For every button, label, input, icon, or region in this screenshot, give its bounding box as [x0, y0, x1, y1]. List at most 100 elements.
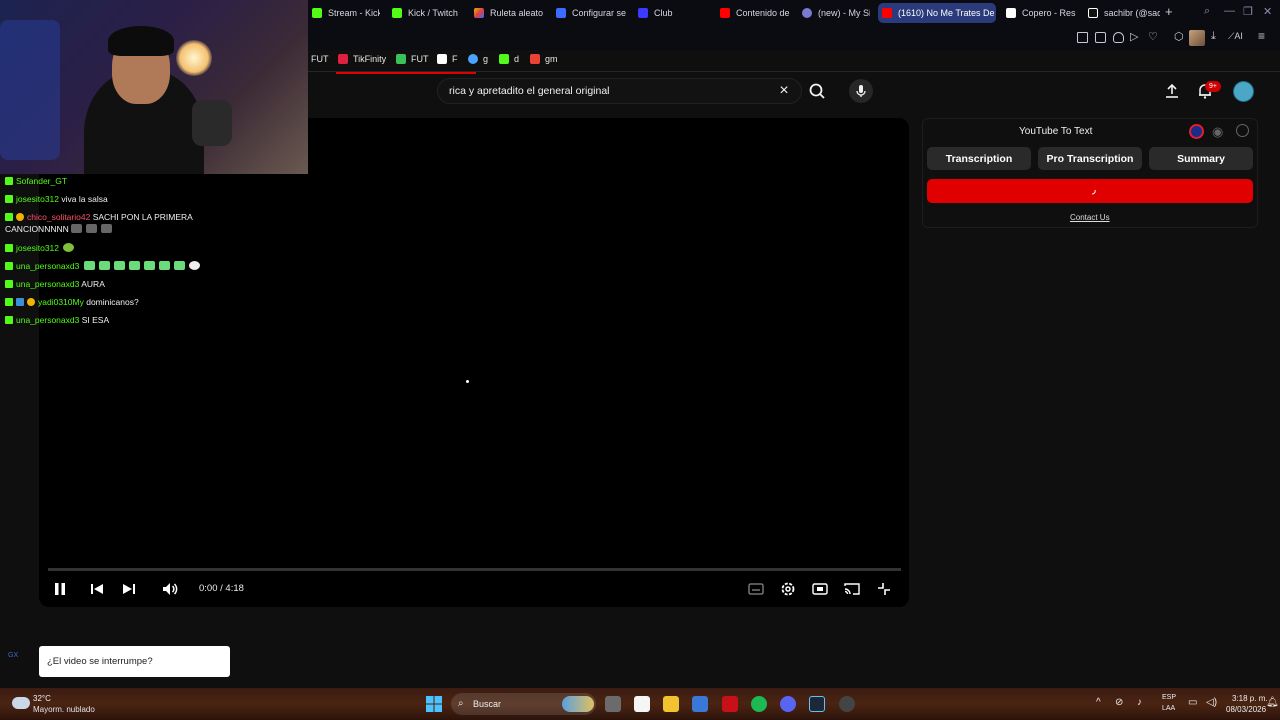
opera-gx-icon[interactable]	[722, 696, 738, 712]
progress-bar[interactable]	[48, 568, 901, 571]
tray-chevron-icon[interactable]: ^	[1096, 697, 1101, 708]
task-view-icon[interactable]	[605, 696, 621, 712]
bookmark-label: FUT	[411, 54, 429, 64]
pause-button[interactable]	[52, 580, 68, 598]
heart-icon[interactable]: ♡	[1148, 30, 1158, 43]
settings-button[interactable]	[779, 580, 797, 598]
steam-icon[interactable]	[809, 696, 825, 712]
speaker-icon[interactable]: ◁)	[1206, 697, 1217, 708]
transcription-progress-button[interactable]	[927, 179, 1253, 203]
weather-temperature[interactable]: 32°C	[33, 694, 51, 703]
screenshot-icon[interactable]	[1095, 32, 1106, 43]
browser-tab[interactable]: (new) - My Si	[798, 3, 870, 23]
document-icon[interactable]	[634, 696, 650, 712]
search-input[interactable]: rica y apretadito el general original	[437, 78, 802, 104]
voice-search-button[interactable]	[849, 79, 873, 103]
browser-tab[interactable]: Contenido de	[716, 3, 792, 23]
chat-text: AURA	[81, 279, 105, 289]
browser-tab[interactable]: Ruleta aleato	[470, 3, 546, 23]
browser-tab[interactable]: sachibr (@sac	[1084, 3, 1160, 23]
browser-tab[interactable]: Configurar se	[552, 3, 628, 23]
upload-icon	[1166, 83, 1178, 98]
kick-badge-icon	[5, 280, 13, 288]
theater-mode-button[interactable]	[811, 580, 829, 598]
spotify-icon[interactable]	[751, 696, 767, 712]
tab-summary[interactable]: Summary	[1149, 147, 1253, 170]
chat-text: dominicanos?	[86, 297, 139, 307]
discord-icon[interactable]	[780, 696, 796, 712]
new-tab-button[interactable]: +	[1165, 4, 1173, 19]
display-icon[interactable]: ▭	[1188, 697, 1197, 708]
bookmark-item[interactable]: d	[499, 54, 519, 64]
close-icon[interactable]: ✕	[1263, 5, 1272, 18]
microphone-tray-icon[interactable]: ♪	[1137, 697, 1142, 708]
browser-tab-active[interactable]: (1610) No Me Trates De	[878, 3, 996, 23]
browser-tab[interactable]: Stream - Kick	[308, 3, 380, 23]
bookmark-item[interactable]: FUT	[311, 54, 329, 64]
minimize-icon[interactable]: —	[1224, 5, 1235, 17]
uk-flag-icon[interactable]	[1189, 124, 1204, 139]
shield-icon[interactable]	[1113, 32, 1124, 43]
menu-icon[interactable]: ≡	[1258, 29, 1265, 43]
clock-date[interactable]: 08/03/2026	[1226, 705, 1266, 714]
chat-message: josesito312 viva la salsa	[5, 194, 108, 204]
profile-thumbnail[interactable]	[1189, 30, 1205, 46]
moderator-badge-icon	[16, 213, 24, 221]
clear-search-icon[interactable]: ×	[776, 81, 792, 101]
avatar[interactable]	[1233, 81, 1254, 102]
language-indicator[interactable]: ESP	[1162, 694, 1176, 701]
start-button[interactable]	[426, 696, 442, 712]
microphone-icon	[856, 85, 866, 97]
bookmark-item[interactable]: gm	[530, 54, 558, 64]
extensions-icon[interactable]: ⬡	[1174, 30, 1184, 43]
obs-icon[interactable]	[839, 696, 855, 712]
cast-button[interactable]	[843, 580, 861, 598]
previous-button[interactable]	[89, 580, 105, 598]
doc-icon	[437, 54, 447, 64]
download-icon[interactable]: ⤓	[1211, 30, 1216, 43]
bookmark-item[interactable]: F	[437, 54, 458, 64]
cast-icon	[844, 583, 860, 595]
tab-label: sachibr (@sac	[1104, 8, 1160, 18]
tab-label: Kick / Twitch	[408, 8, 458, 18]
file-explorer-icon[interactable]	[663, 696, 679, 712]
tab-label: Copero - Res	[1022, 8, 1076, 18]
subscriber-badge-icon	[16, 298, 24, 306]
weather-cloud-icon[interactable]	[12, 697, 30, 709]
language-layout[interactable]: LAA	[1162, 705, 1175, 712]
next-button[interactable]	[121, 580, 137, 598]
ghost-emote-icon	[188, 261, 200, 270]
notification-center-icon[interactable]: 🔔︎	[1266, 697, 1279, 708]
fullscreen-button[interactable]	[875, 580, 893, 598]
browser-tab[interactable]: Club	[634, 3, 694, 23]
wifi-off-icon[interactable]: ⊘	[1115, 697, 1123, 708]
video-interrupted-prompt[interactable]: ¿El video se interrumpe?	[39, 646, 230, 677]
eye-icon[interactable]: ◉	[1212, 124, 1223, 140]
play-icon[interactable]: ▷	[1130, 30, 1138, 43]
search-button[interactable]	[804, 79, 830, 103]
volume-button[interactable]	[161, 580, 179, 598]
ai-button[interactable]: ⟋AI	[1228, 31, 1243, 42]
store-icon[interactable]	[692, 696, 708, 712]
pin-icon[interactable]	[1077, 32, 1088, 43]
bookmark-item[interactable]: TikFinity	[338, 54, 386, 64]
youtube-icon	[882, 8, 892, 18]
club-icon	[638, 8, 648, 18]
tab-pro-transcription[interactable]: Pro Transcription	[1038, 147, 1142, 170]
weather-description[interactable]: Mayorm. nublado	[33, 705, 95, 714]
tab-transcription[interactable]: Transcription	[927, 147, 1031, 170]
bookmark-item[interactable]: FUT	[396, 54, 429, 64]
loading-spinner	[466, 380, 469, 383]
contact-us-link[interactable]: Contact Us	[1070, 213, 1110, 222]
clock-time[interactable]: 3:18 p. m.	[1232, 694, 1268, 703]
chat-text: viva la salsa	[61, 194, 108, 204]
maximize-icon[interactable]: ❐	[1243, 5, 1253, 18]
bookmark-item[interactable]: g	[468, 54, 488, 64]
subtitles-button[interactable]	[747, 580, 765, 598]
chat-username: una_personaxd3	[16, 261, 80, 271]
browser-tab[interactable]: Copero - Res	[1002, 3, 1078, 23]
upload-button[interactable]	[1163, 82, 1181, 100]
browser-tab[interactable]: Kick / Twitch	[388, 3, 462, 23]
account-icon[interactable]	[1236, 124, 1249, 137]
search-tabs-icon[interactable]: ⌕	[1204, 5, 1210, 18]
